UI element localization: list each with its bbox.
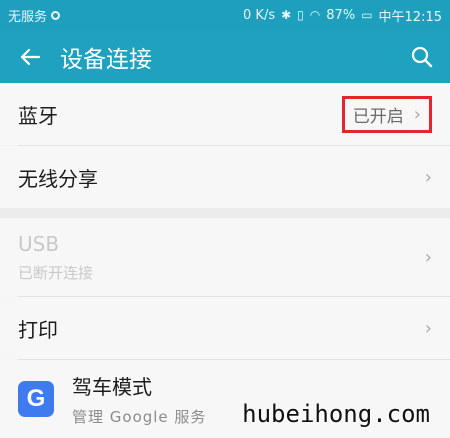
bluetooth-icon: ✱: [281, 8, 292, 22]
back-button[interactable]: [0, 30, 60, 83]
search-icon: [411, 46, 433, 67]
network-speed: 0 K/s: [243, 7, 276, 23]
status-bar: 无服务 0 K/s ✱ ▯ ◠ 87% ▭ 中午12:15: [0, 0, 450, 30]
clock: 中午12:15: [378, 9, 442, 25]
bluetooth-status: 已开启: [352, 106, 404, 127]
no-signal-icon: [51, 10, 61, 20]
bluetooth-status-highlight: 已开启 ›: [341, 95, 432, 133]
watermark: hubeihong.com: [242, 400, 430, 428]
chevron-right-icon: ›: [424, 166, 432, 188]
usb-label: USB: [18, 231, 60, 256]
settings-list: 蓝牙 已开启 › 无线分享 › USB 已断开连接 › 打印 › G 驾车模式 …: [0, 83, 450, 438]
print-item[interactable]: 打印 ›: [0, 297, 450, 359]
usb-subtitle: 已断开连接: [18, 263, 94, 282]
print-label: 打印: [18, 317, 58, 342]
back-arrow-icon: [20, 48, 41, 65]
wireless-share-label: 无线分享: [18, 166, 98, 191]
vibrate-icon: ▯: [297, 8, 304, 22]
battery-percent: 87%: [326, 7, 356, 23]
driving-mode-subtitle: 管理 Google 服务: [72, 408, 207, 426]
usb-item[interactable]: USB 已断开连接 ›: [0, 218, 450, 296]
battery-icon: ▭: [361, 8, 373, 22]
bluetooth-item[interactable]: 蓝牙 已开启 ›: [0, 83, 450, 145]
bluetooth-label: 蓝牙: [18, 103, 58, 128]
section-gap: [0, 208, 450, 218]
google-icon: G: [18, 381, 54, 417]
chevron-right-icon: ›: [424, 317, 432, 339]
app-bar: 设备连接: [0, 30, 450, 83]
page-title: 设备连接: [60, 46, 152, 73]
carrier-text: 无服务: [8, 9, 48, 25]
driving-mode-label: 驾车模式: [72, 375, 152, 399]
chevron-right-icon: ›: [413, 103, 421, 125]
wifi-icon: ◠: [309, 8, 321, 22]
search-button[interactable]: [394, 30, 450, 83]
wireless-share-item[interactable]: 无线分享 ›: [0, 146, 450, 208]
chevron-right-icon: ›: [424, 246, 432, 268]
